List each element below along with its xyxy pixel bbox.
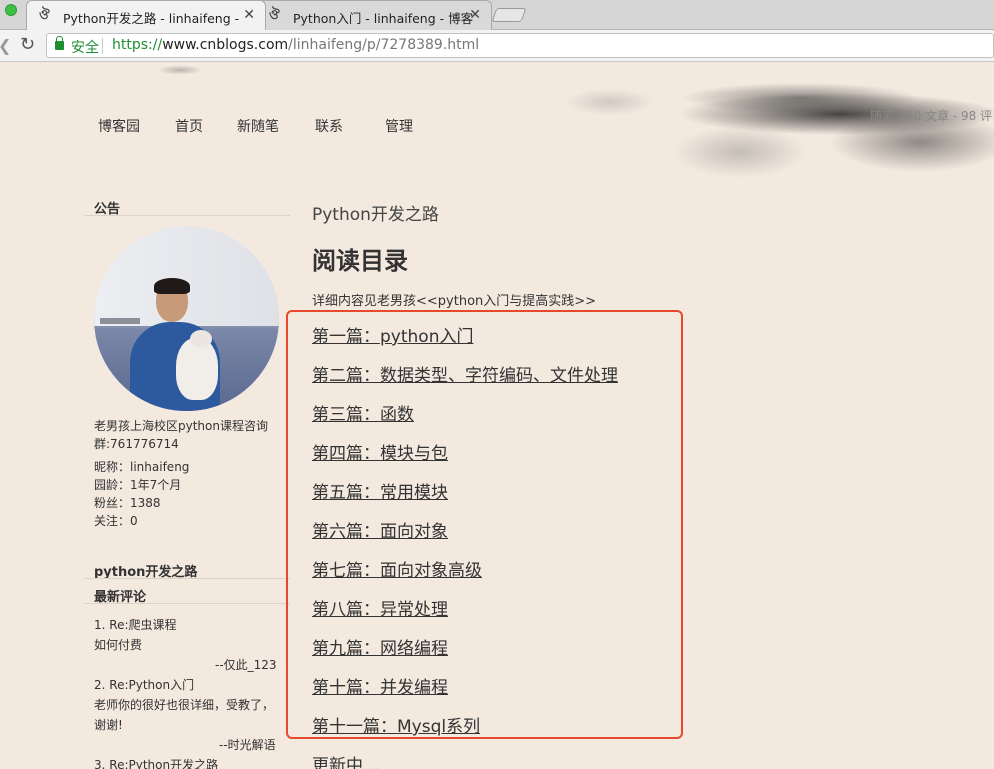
- close-tab-icon[interactable]: ✕: [469, 7, 481, 23]
- nav-new-post-link[interactable]: 新随笔: [237, 116, 279, 136]
- toc-link-2[interactable]: 第二篇：数据类型、字符编码、文件处理: [312, 361, 618, 386]
- comment-title-link[interactable]: 3. Re:Python开发之路: [94, 756, 218, 769]
- url-host: www.cnblogs.com: [162, 37, 289, 53]
- toc-heading: 阅读目录: [312, 247, 408, 275]
- browser-tab-strip: ঔ Python开发之路 - linhaifeng - 博客园 ✕ ঔ Pyth…: [0, 0, 994, 30]
- toc-link-8[interactable]: 第八篇：异常处理: [312, 595, 448, 620]
- url-text[interactable]: https://www.cnblogs.com/linhaifeng/p/727…: [112, 37, 479, 53]
- profile-age-link[interactable]: 1年7个月: [130, 478, 181, 492]
- nav-admin-link[interactable]: 管理: [385, 116, 413, 136]
- toc-link-10[interactable]: 第十篇：并发编程: [312, 673, 448, 698]
- toc-link-6[interactable]: 第六篇：面向对象: [312, 517, 448, 542]
- comment-author: --时光解语: [219, 738, 276, 752]
- profile-label: 昵称：: [94, 460, 131, 474]
- toc-link-4[interactable]: 第四篇：模块与包: [312, 439, 448, 464]
- profile-following: 关注：0: [94, 512, 138, 529]
- profile-following-link[interactable]: 0: [130, 514, 138, 528]
- comment-author: --仅此_123: [215, 658, 277, 672]
- url-path: /linhaifeng/p/7278389.html: [288, 37, 480, 53]
- tab-active[interactable]: ঔ Python开发之路 - linhaifeng - 博客园 ✕: [26, 0, 266, 30]
- blog-stats: 随笔 - 30 文章 - 98 评: [870, 109, 993, 123]
- ink-wash-header-image: [540, 62, 994, 202]
- reload-icon[interactable]: ↻: [20, 34, 35, 55]
- address-bar[interactable]: 安全 https://www.cnblogs.com/linhaifeng/p/…: [46, 33, 994, 58]
- toc-link-5[interactable]: 第五篇：常用模块: [312, 478, 448, 503]
- profile-nickname-link[interactable]: linhaifeng: [130, 460, 189, 474]
- lock-icon: [55, 36, 64, 50]
- url-protocol: https://: [112, 37, 163, 53]
- toc-link-1[interactable]: 第一篇：python入门: [312, 322, 473, 347]
- back-icon[interactable]: ❮: [0, 36, 11, 55]
- cnblogs-favicon-icon: ঔ: [39, 8, 50, 23]
- updating-note: 更新中...: [312, 756, 380, 769]
- comment-body: 谢谢!: [94, 718, 123, 732]
- profile-nickname: 昵称：linhaifeng: [94, 458, 189, 475]
- profile-age: 园龄：1年7个月: [94, 476, 181, 493]
- comment-body: 如何付费: [94, 638, 143, 652]
- profile-label: 关注：: [94, 514, 131, 528]
- bio-line: 群:761776714: [94, 437, 179, 451]
- profile-followers-link[interactable]: 1388: [130, 496, 161, 510]
- comment-title-link[interactable]: 1. Re:爬虫课程: [94, 616, 177, 633]
- bio-line: 老男孩上海校区python课程咨询: [94, 419, 268, 433]
- toc-link-3[interactable]: 第三篇：函数: [312, 400, 414, 425]
- comment-title-link[interactable]: 2. Re:Python入门: [94, 676, 194, 693]
- profile-label: 园龄：: [94, 478, 131, 492]
- sidebar-divider: [84, 215, 290, 216]
- tab-inactive[interactable]: ঔ Python入门 - linhaifeng - 博客园 ✕: [256, 0, 492, 30]
- comment-body: 老师你的很好也很详细，受教了，: [94, 698, 275, 712]
- toc-link-7[interactable]: 第七篇：面向对象高级: [312, 556, 482, 581]
- nav-contact-link[interactable]: 联系: [315, 116, 343, 136]
- toc-intro: 详细内容见老男孩<<python入门与提高实践>>: [312, 294, 597, 309]
- nav-home-link[interactable]: 首页: [175, 116, 203, 136]
- cnblogs-favicon-icon: ঔ: [269, 8, 280, 23]
- browser-toolbar: ❮ ↻ 安全 https://www.cnblogs.com/linhaifen…: [0, 30, 994, 62]
- sidebar-divider: [84, 578, 290, 579]
- new-tab-button[interactable]: [491, 8, 527, 22]
- avatar: [94, 226, 279, 411]
- secure-label: 安全: [71, 40, 99, 56]
- toc-link-9[interactable]: 第九篇：网络编程: [312, 634, 448, 659]
- profile-label: 粉丝：: [94, 496, 131, 510]
- post-title: Python开发之路: [312, 205, 439, 225]
- profile-followers: 粉丝：1388: [94, 494, 161, 511]
- tab-title: Python入门 - linhaifeng - 博客园: [293, 11, 473, 26]
- url-divider: [102, 38, 103, 54]
- toc-link-11[interactable]: 第十一篇：Mysql系列: [312, 712, 480, 737]
- sidebar-divider: [84, 603, 290, 604]
- window-zoom-button[interactable]: [5, 4, 17, 16]
- nav-cnblogs-link[interactable]: 博客园: [98, 116, 140, 136]
- close-tab-icon[interactable]: ✕: [243, 7, 255, 23]
- tab-title: Python开发之路 - linhaifeng - 博客园: [63, 11, 243, 26]
- ink-smudge-decoration: [150, 62, 210, 78]
